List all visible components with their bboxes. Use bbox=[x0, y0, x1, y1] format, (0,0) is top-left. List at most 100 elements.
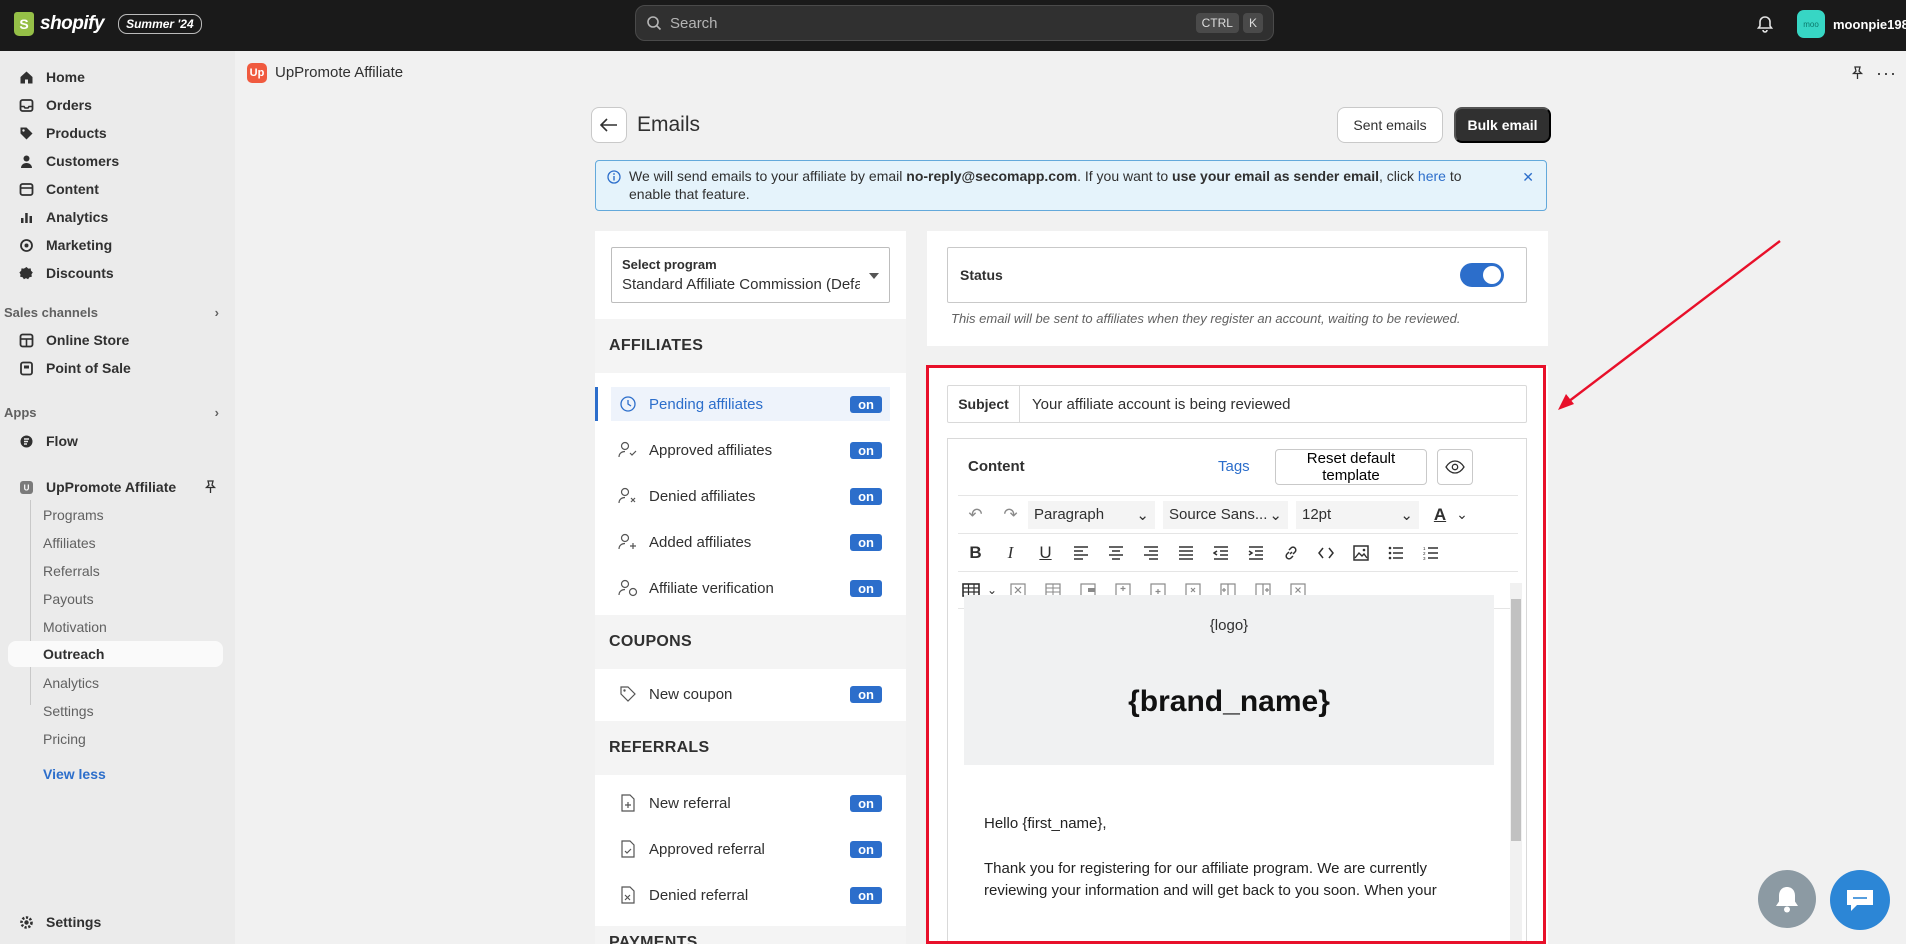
bold-icon[interactable]: B bbox=[958, 538, 993, 568]
file-check-icon bbox=[617, 839, 639, 859]
sidebar-subitem-settings[interactable]: Settings bbox=[43, 703, 94, 719]
sent-emails-button[interactable]: Sent emails bbox=[1337, 107, 1443, 143]
sidebar-subitem-programs[interactable]: Programs bbox=[43, 507, 104, 523]
sidebar-item-orders[interactable]: Orders bbox=[8, 92, 223, 118]
email-greeting: Hello {first_name}, bbox=[984, 815, 1107, 832]
sidebar-item-content[interactable]: Content bbox=[8, 176, 223, 202]
italic-icon[interactable]: I bbox=[993, 538, 1028, 568]
more-options-icon[interactable]: ··· bbox=[1876, 63, 1897, 84]
account-menu[interactable]: moo moonpie198 bbox=[1797, 10, 1906, 38]
apps-heading[interactable]: Apps › bbox=[4, 405, 219, 420]
bullet-list-icon[interactable] bbox=[1378, 538, 1413, 568]
shortcut-key-k: K bbox=[1242, 13, 1263, 33]
edition-badge[interactable]: Summer '24 bbox=[118, 14, 202, 34]
sidebar-item-uppromote[interactable]: U UpPromote Affiliate bbox=[8, 474, 223, 500]
image-icon[interactable] bbox=[1343, 538, 1378, 568]
sidebar-item-analytics[interactable]: Analytics bbox=[8, 204, 223, 230]
numbered-list-icon[interactable]: 123 bbox=[1413, 538, 1448, 568]
status-toggle[interactable] bbox=[1460, 263, 1504, 287]
shopify-logo[interactable]: S shopify Summer '24 bbox=[14, 12, 202, 36]
indent-icon[interactable] bbox=[1238, 538, 1273, 568]
pin-icon[interactable] bbox=[1851, 66, 1864, 80]
subject-field[interactable]: Subject Your affiliate account is being … bbox=[947, 385, 1527, 423]
notifications-fab[interactable] bbox=[1758, 870, 1816, 928]
font-size-dropdown[interactable]: 12pt ⌄ bbox=[1296, 500, 1419, 529]
preview-button[interactable] bbox=[1437, 449, 1473, 485]
sidebar-subitem-affiliates[interactable]: Affiliates bbox=[43, 535, 96, 551]
scrollbar-thumb[interactable] bbox=[1511, 599, 1521, 841]
sidebar-item-products[interactable]: Products bbox=[8, 120, 223, 146]
caret-down-icon bbox=[869, 273, 879, 279]
sidebar-item-discounts[interactable]: Discounts bbox=[8, 260, 223, 286]
notifications-bell-icon[interactable] bbox=[1755, 14, 1775, 34]
subject-input[interactable]: Your affiliate account is being reviewed bbox=[1020, 386, 1291, 422]
sidebar-subitem-analytics[interactable]: Analytics bbox=[43, 675, 99, 691]
sidebar-item-online-store[interactable]: Online Store bbox=[8, 327, 223, 353]
sidebar-subitem-pricing[interactable]: Pricing bbox=[43, 731, 86, 747]
bulk-email-button[interactable]: Bulk email bbox=[1454, 107, 1551, 143]
tags-link[interactable]: Tags bbox=[1218, 458, 1250, 475]
outdent-icon[interactable] bbox=[1203, 538, 1238, 568]
code-icon[interactable] bbox=[1308, 538, 1343, 568]
align-center-icon[interactable] bbox=[1098, 538, 1133, 568]
chat-fab[interactable] bbox=[1830, 870, 1890, 930]
menu-item-denied-affiliates[interactable]: Denied affiliates on bbox=[611, 479, 890, 513]
sidebar-item-flow[interactable]: Flow bbox=[8, 428, 223, 454]
menu-item-label: Approved affiliates bbox=[649, 441, 773, 459]
chevron-down-icon: ⌄ bbox=[1400, 506, 1413, 524]
chevron-down-icon[interactable]: ⌄ bbox=[1453, 500, 1471, 530]
sidebar-item-customers[interactable]: Customers bbox=[8, 148, 223, 174]
menu-item-approved-referral[interactable]: Approved referral on bbox=[611, 832, 890, 866]
back-button[interactable] bbox=[591, 107, 627, 143]
link-icon[interactable] bbox=[1273, 538, 1308, 568]
sidebar-item-label: Products bbox=[46, 125, 107, 141]
email-preview[interactable]: {logo} {brand_name} Hello {first_name}, … bbox=[958, 583, 1514, 944]
preview-scrollbar[interactable] bbox=[1510, 583, 1522, 944]
sidebar-subitem-outreach[interactable]: Outreach bbox=[8, 641, 223, 667]
sidebar-subitem-motivation[interactable]: Motivation bbox=[43, 619, 107, 635]
sidebar-item-point-of-sale[interactable]: Point of Sale bbox=[8, 355, 223, 381]
pin-icon[interactable] bbox=[204, 480, 217, 494]
menu-item-label: Denied affiliates bbox=[649, 487, 756, 505]
search-bar[interactable]: Search CTRL K bbox=[635, 5, 1274, 41]
redo-icon[interactable]: ↷ bbox=[993, 500, 1028, 530]
view-less-link[interactable]: View less bbox=[43, 766, 106, 782]
sidebar-subitem-payouts[interactable]: Payouts bbox=[43, 591, 94, 607]
align-justify-icon[interactable] bbox=[1168, 538, 1203, 568]
block-format-value: Paragraph bbox=[1034, 506, 1105, 523]
active-indicator bbox=[595, 387, 598, 421]
menu-item-label: Pending affiliates bbox=[649, 395, 763, 413]
align-left-icon[interactable] bbox=[1063, 538, 1098, 568]
sidebar-item-marketing[interactable]: Marketing bbox=[8, 232, 223, 258]
underline-icon[interactable]: U bbox=[1028, 538, 1063, 568]
program-select[interactable]: Select program Standard Affiliate Commis… bbox=[611, 247, 890, 303]
menu-item-affiliate-verification[interactable]: Affiliate verification on bbox=[611, 571, 890, 605]
user-shield-icon bbox=[617, 578, 639, 598]
status-badge: on bbox=[850, 841, 882, 858]
sidebar-item-home[interactable]: Home bbox=[8, 64, 223, 90]
menu-item-pending-affiliates[interactable]: Pending affiliates on bbox=[611, 387, 890, 421]
menu-item-denied-referral[interactable]: Denied referral on bbox=[611, 878, 890, 912]
flow-icon bbox=[16, 433, 36, 449]
status-label: Status bbox=[960, 267, 1003, 283]
sales-channels-heading[interactable]: Sales channels › bbox=[4, 305, 219, 320]
block-format-dropdown[interactable]: Paragraph ⌄ bbox=[1028, 500, 1155, 529]
sidebar-item-settings[interactable]: Settings bbox=[8, 909, 223, 935]
font-color-icon[interactable]: A bbox=[1427, 500, 1453, 530]
menu-item-added-affiliates[interactable]: Added affiliates on bbox=[611, 525, 890, 559]
reset-template-button[interactable]: Reset default template bbox=[1275, 449, 1427, 485]
undo-icon[interactable]: ↶ bbox=[958, 500, 993, 530]
close-icon[interactable]: ✕ bbox=[1522, 168, 1534, 186]
font-family-dropdown[interactable]: Source Sans... ⌄ bbox=[1163, 500, 1288, 529]
avatar: moo bbox=[1797, 10, 1825, 38]
top-bar: S shopify Summer '24 Search CTRL K moo m… bbox=[0, 0, 1906, 51]
menu-item-new-coupon[interactable]: New coupon on bbox=[611, 677, 890, 711]
content-label: Content bbox=[968, 458, 1025, 475]
font-size-value: 12pt bbox=[1302, 506, 1332, 523]
sidebar-subitem-referrals[interactable]: Referrals bbox=[43, 563, 100, 579]
menu-item-new-referral[interactable]: New referral on bbox=[611, 786, 890, 820]
banner-here-link[interactable]: here bbox=[1418, 168, 1446, 184]
align-right-icon[interactable] bbox=[1133, 538, 1168, 568]
menu-item-approved-affiliates[interactable]: Approved affiliates on bbox=[611, 433, 890, 467]
sidebar-item-label: UpPromote Affiliate bbox=[46, 479, 177, 495]
